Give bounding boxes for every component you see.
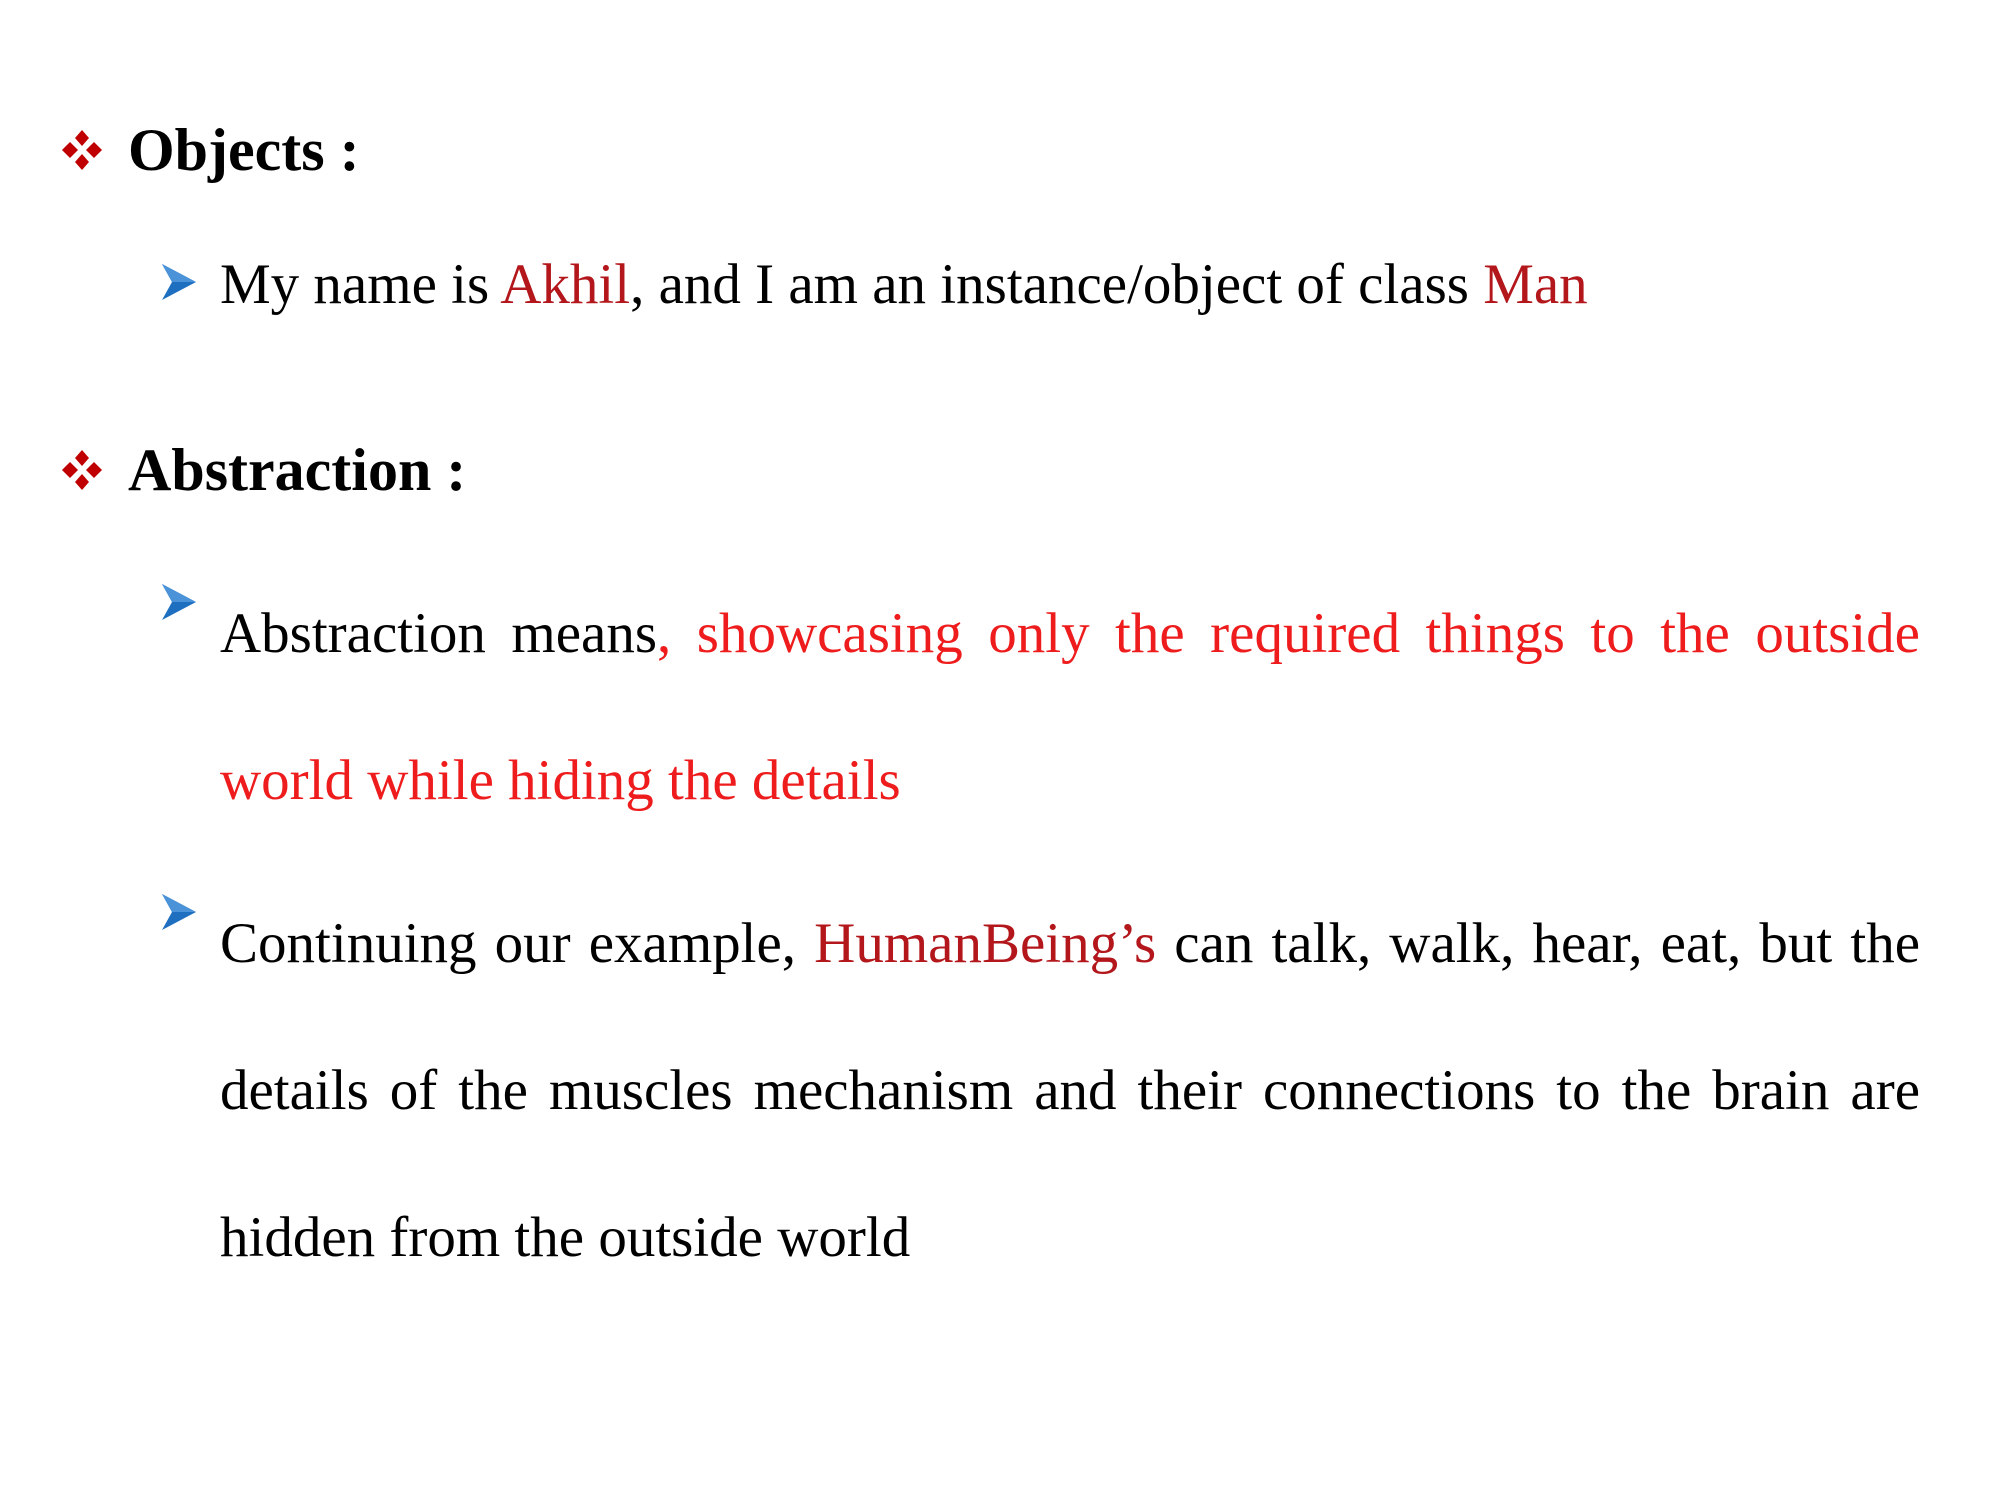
bullet-item-objects-1: My name is Akhil, and I am an instance/o… (160, 240, 1920, 330)
section-heading-objects: Objects : (60, 110, 360, 190)
arrow-right-icon (162, 894, 196, 930)
highlight-class: Man (1483, 253, 1588, 316)
section-heading-abstraction: Abstraction : (60, 430, 466, 510)
bullet-item-abstraction-1: Abstraction means, showcasing only the r… (160, 560, 1920, 854)
text-run: My name is (220, 253, 501, 316)
slide: Objects : My name is Akhil, and I am an … (0, 0, 2000, 1500)
section-title-objects: Objects : (128, 116, 360, 183)
highlight-name: Akhil (500, 253, 631, 316)
four-diamond-icon (62, 450, 102, 490)
arrow-right-icon (162, 264, 196, 300)
text-run: Continuing our example, (220, 912, 815, 975)
text-run: , and I am an instance/object of class (630, 253, 1484, 316)
bullet-item-abstraction-2: Continuing our example, HumanBeing’s can… (160, 870, 1920, 1311)
four-diamond-icon (62, 130, 102, 170)
bullet-text: My name is Akhil, and I am an instance/o… (220, 240, 1920, 330)
highlight-humanbeing: HumanBeing’s (814, 912, 1157, 975)
arrow-right-icon (162, 584, 196, 620)
text-run: Abstraction means (220, 602, 658, 665)
bullet-text: Continuing our example, HumanBeing’s can… (220, 870, 1920, 1311)
section-title-abstraction: Abstraction : (128, 436, 467, 503)
bullet-text: Abstraction means, showcasing only the r… (220, 560, 1920, 854)
